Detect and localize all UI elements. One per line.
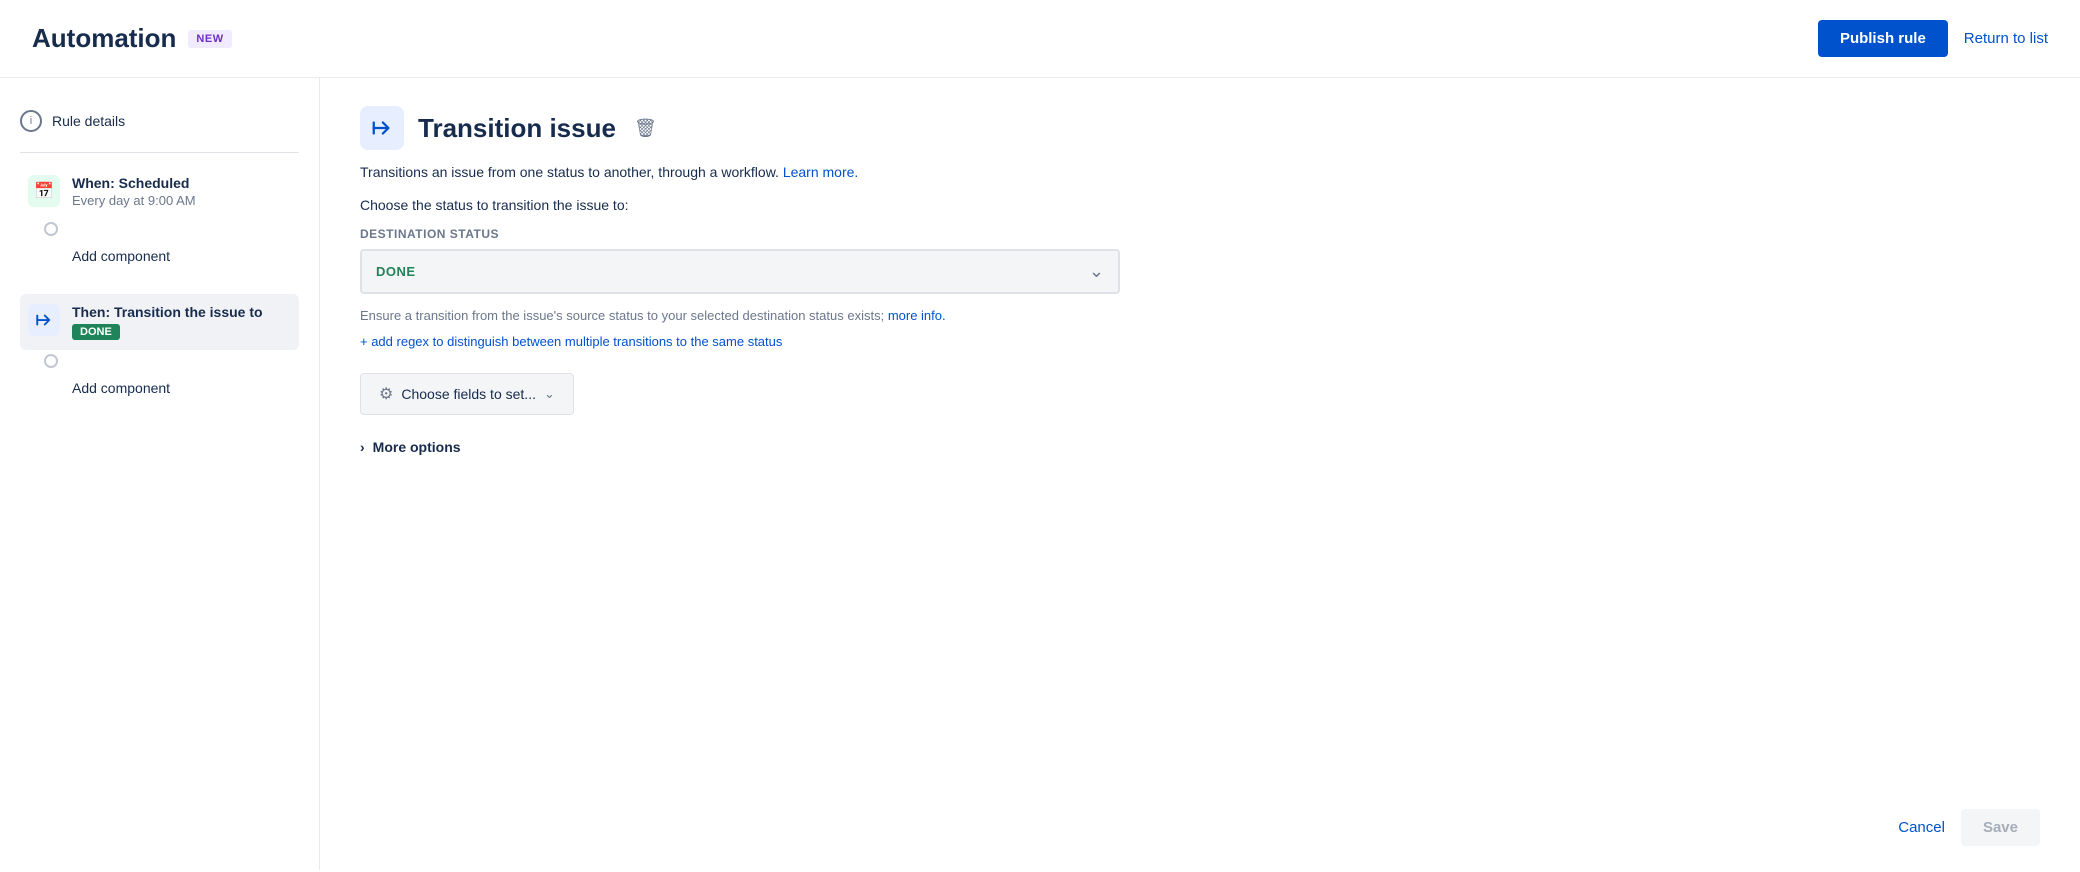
selected-status: DONE	[376, 264, 416, 279]
when-title: When: Scheduled	[72, 175, 291, 191]
when-item[interactable]: 📅 When: Scheduled Every day at 9:00 AM	[20, 165, 299, 218]
sidebar: i Rule details 📅 When: Scheduled Every d…	[0, 78, 320, 870]
add-component-1[interactable]: Add component	[20, 240, 299, 272]
dropdown-arrow-icon: ⌄	[544, 386, 555, 402]
sidebar-divider	[20, 152, 299, 153]
choose-fields-button[interactable]: ⚙ Choose fields to set... ⌄	[360, 373, 574, 415]
rule-details-label: Rule details	[52, 113, 125, 129]
regex-link[interactable]: + add regex to distinguish between multi…	[360, 334, 2040, 349]
new-badge: NEW	[188, 30, 231, 48]
add-component-2[interactable]: Add component	[20, 372, 299, 404]
when-item-text: When: Scheduled Every day at 9:00 AM	[72, 175, 291, 208]
choose-fields-label: Choose fields to set...	[401, 386, 536, 402]
calendar-icon: 📅	[28, 175, 60, 207]
rule-details-item[interactable]: i Rule details	[20, 102, 299, 140]
learn-more-link[interactable]: Learn more.	[783, 164, 858, 180]
when-subtitle: Every day at 9:00 AM	[72, 193, 291, 208]
panel-footer: Cancel Save	[1898, 809, 2040, 846]
ensure-text: Ensure a transition from the issue's sou…	[360, 306, 2040, 326]
more-options-label: More options	[373, 439, 461, 455]
add-component-2-label: Add component	[72, 380, 170, 396]
then-item-text: Then: Transition the issue to DONE	[72, 304, 291, 340]
connector-dot-3	[44, 354, 58, 368]
right-panel: Transition issue 🗑 Transitions an issue …	[320, 78, 2080, 870]
return-to-list-link[interactable]: Return to list	[1964, 30, 2048, 47]
connector-3	[20, 350, 299, 372]
transition-icon	[28, 304, 60, 336]
cancel-button[interactable]: Cancel	[1898, 819, 1945, 836]
connector-2	[20, 272, 299, 294]
panel-icon	[360, 106, 404, 150]
then-title: Then: Transition the issue to	[72, 304, 291, 320]
info-icon: i	[20, 110, 42, 132]
chevron-right-icon: ›	[360, 439, 365, 455]
app-header: Automation NEW Publish rule Return to li…	[0, 0, 2080, 78]
connector-1	[20, 218, 299, 240]
main-content: i Rule details 📅 When: Scheduled Every d…	[0, 78, 2080, 870]
workflow-section: 📅 When: Scheduled Every day at 9:00 AM A…	[20, 165, 299, 404]
more-options-section[interactable]: › More options	[360, 439, 2040, 455]
header-right: Publish rule Return to list	[1818, 20, 2048, 57]
save-button[interactable]: Save	[1961, 809, 2040, 846]
gear-icon: ⚙	[379, 384, 393, 404]
then-done-badge: DONE	[72, 324, 120, 340]
delete-icon[interactable]: 🗑	[634, 118, 657, 139]
status-dropdown[interactable]: DONE ⌄	[360, 249, 1120, 294]
connector-dot-1	[44, 222, 58, 236]
panel-title: Transition issue	[418, 113, 616, 144]
publish-rule-button[interactable]: Publish rule	[1818, 20, 1948, 57]
choose-status-text: Choose the status to transition the issu…	[360, 197, 2040, 213]
panel-header: Transition issue 🗑	[360, 106, 2040, 150]
chevron-down-icon: ⌄	[1089, 261, 1104, 282]
destination-label: Destination status	[360, 227, 2040, 241]
then-item[interactable]: Then: Transition the issue to DONE	[20, 294, 299, 350]
add-component-1-label: Add component	[72, 248, 170, 264]
app-title: Automation	[32, 23, 176, 54]
header-left: Automation NEW	[32, 23, 232, 54]
more-info-link[interactable]: more info.	[888, 308, 946, 323]
panel-description: Transitions an issue from one status to …	[360, 162, 2040, 183]
